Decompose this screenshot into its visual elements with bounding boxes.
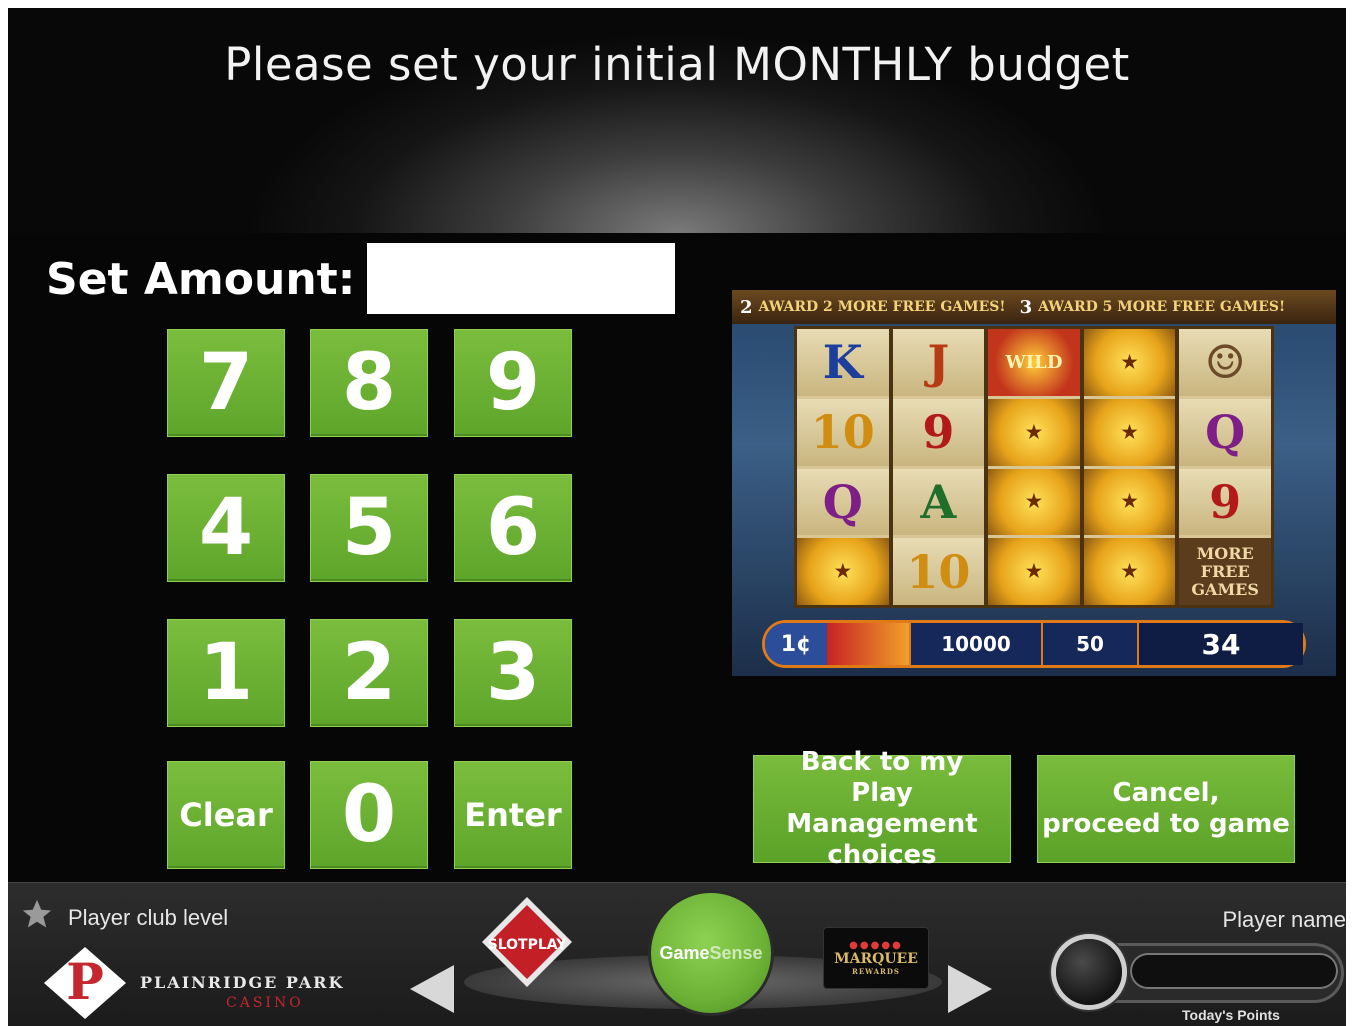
key-8[interactable]: 8 bbox=[310, 329, 428, 437]
game-preview: 2 AWARD 2 MORE FREE GAMES! 3 AWARD 5 MOR… bbox=[732, 290, 1336, 676]
arrow-right-icon[interactable] bbox=[948, 965, 992, 1013]
reel-symbol: ★ bbox=[988, 538, 1080, 605]
denomination-value: 1¢ bbox=[765, 623, 827, 665]
credit-value: 10000 bbox=[909, 623, 1041, 665]
slotplay-label: SLOTPLAY bbox=[488, 937, 568, 953]
reel-2: J 9 A 10 bbox=[892, 329, 985, 605]
key-0[interactable]: 0 bbox=[310, 761, 428, 869]
reel-symbol: K bbox=[797, 329, 889, 396]
points-knob bbox=[1056, 939, 1122, 1005]
reel-symbol: Q bbox=[797, 468, 889, 536]
key-7[interactable]: 7 bbox=[167, 329, 285, 437]
bottom-bar: Player club level P PLAINRIDGE PARK CASI… bbox=[8, 882, 1346, 1026]
reel-symbol: J bbox=[892, 329, 985, 396]
reel-symbol: MORE FREE GAMES bbox=[1179, 538, 1271, 605]
reel-symbol: ★ bbox=[1083, 398, 1176, 466]
clear-button[interactable]: Clear bbox=[167, 761, 285, 869]
reel-4: ★ ★ ★ ★ bbox=[1083, 329, 1176, 605]
key-5[interactable]: 5 bbox=[310, 474, 428, 582]
key-3[interactable]: 3 bbox=[454, 619, 572, 727]
enter-button[interactable]: Enter bbox=[454, 761, 572, 869]
reel-symbol: ★ bbox=[1083, 538, 1176, 605]
reel-symbol: ★ bbox=[1083, 468, 1176, 536]
svg-text:P: P bbox=[66, 952, 104, 1011]
game-icon bbox=[827, 623, 909, 665]
reel-symbol: 10 bbox=[797, 398, 889, 466]
header: Please set your initial MONTHLY budget bbox=[8, 8, 1346, 233]
casino-sub: CASINO bbox=[226, 995, 304, 1011]
marquee-rewards-label: REWARDS bbox=[852, 967, 900, 976]
banner-left-text: AWARD 2 MORE FREE GAMES! bbox=[758, 299, 1006, 315]
amount-input[interactable] bbox=[367, 243, 675, 314]
reel-symbol: 9 bbox=[892, 398, 985, 466]
cancel-proceed-button[interactable]: Cancel, proceed to game bbox=[1037, 755, 1295, 863]
reel-symbol: ★ bbox=[797, 538, 889, 605]
casino-logo-icon: P bbox=[44, 947, 126, 1019]
gamesense-game-text: Game bbox=[659, 942, 710, 963]
player-club-level-label: Player club level bbox=[68, 905, 229, 930]
game-meters: 1¢ 10000 50 34 bbox=[762, 620, 1306, 668]
banner-right-text: AWARD 5 MORE FREE GAMES! bbox=[1038, 299, 1286, 315]
reel-symbol: WILD bbox=[988, 329, 1080, 396]
key-4[interactable]: 4 bbox=[167, 474, 285, 582]
reel-symbol: 9 bbox=[1179, 468, 1271, 536]
banner-right-number: 3 bbox=[1019, 296, 1033, 318]
reel-symbol: ☺ bbox=[1179, 329, 1271, 396]
bet-value: 50 bbox=[1041, 623, 1137, 665]
player-name-label: Player name bbox=[1222, 907, 1346, 932]
gamesense-button[interactable]: Game Sense bbox=[651, 893, 771, 1013]
key-1[interactable]: 1 bbox=[167, 619, 285, 727]
arrow-left-icon[interactable] bbox=[410, 965, 454, 1013]
reel-symbol: ★ bbox=[988, 468, 1080, 536]
key-6[interactable]: 6 bbox=[454, 474, 572, 582]
set-amount-label: Set Amount: bbox=[46, 254, 356, 305]
key-2[interactable]: 2 bbox=[310, 619, 428, 727]
reel-5: ☺ Q 9 MORE FREE GAMES bbox=[1179, 329, 1271, 605]
slot-reels: K 10 Q ★ J 9 A 10 WILD ★ ★ ★ ★ ★ ★ ★ ☺ Q… bbox=[794, 326, 1274, 608]
reel-3: WILD ★ ★ ★ bbox=[988, 329, 1080, 605]
free-games-banner: 2 AWARD 2 MORE FREE GAMES! 3 AWARD 5 MOR… bbox=[732, 290, 1336, 324]
banner-left-number: 2 bbox=[740, 296, 753, 318]
reel-symbol: Q bbox=[1179, 398, 1271, 466]
marquee-label: MARQUEE bbox=[834, 951, 918, 967]
marquee-rewards-button[interactable]: ●●●●● MARQUEE REWARDS bbox=[823, 927, 929, 989]
reel-symbol: 10 bbox=[892, 538, 985, 605]
app-screen: Please set your initial MONTHLY budget S… bbox=[8, 8, 1346, 1026]
marquee-dots-icon: ●●●●● bbox=[849, 940, 903, 951]
reel-1: K 10 Q ★ bbox=[797, 329, 889, 605]
todays-points-label: Today's Points bbox=[1182, 1007, 1280, 1023]
key-9[interactable]: 9 bbox=[454, 329, 572, 437]
gamesense-sense-text: Sense bbox=[709, 942, 763, 963]
points-meter bbox=[1130, 953, 1338, 989]
star-icon bbox=[22, 899, 52, 928]
slotplay-button[interactable]: SLOTPLAY bbox=[482, 897, 572, 987]
page-title: Please set your initial MONTHLY budget bbox=[224, 38, 1130, 91]
casino-name: PLAINRIDGE PARK bbox=[140, 973, 345, 992]
back-to-play-management-button[interactable]: Back to my Play Management choices bbox=[753, 747, 1011, 870]
reel-symbol: ★ bbox=[1083, 329, 1176, 396]
reel-symbol: ★ bbox=[988, 398, 1080, 466]
win-value: 34 bbox=[1137, 623, 1303, 665]
reel-symbol: A bbox=[892, 468, 985, 536]
